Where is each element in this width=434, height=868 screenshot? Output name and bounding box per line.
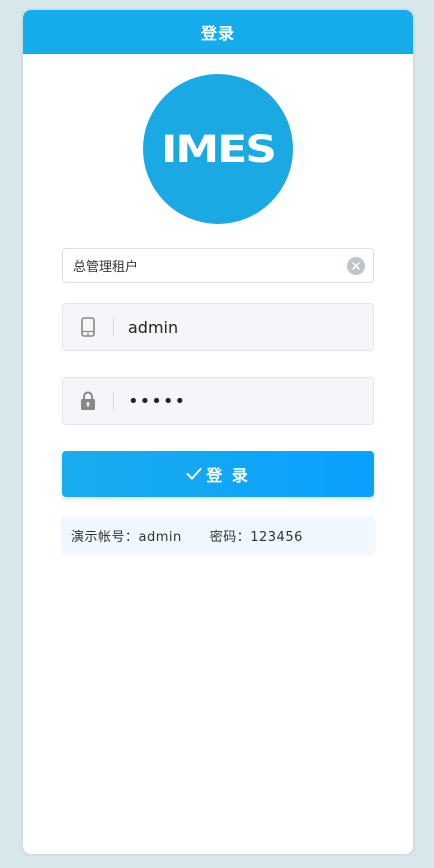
demo-hint: 演示帐号：admin 密码：123456 <box>62 517 374 553</box>
field-separator <box>113 318 114 336</box>
header: 登录 <box>23 10 413 54</box>
password-input[interactable] <box>126 389 373 413</box>
field-separator <box>113 392 114 410</box>
clear-icon[interactable] <box>347 256 365 275</box>
page-title: 登录 <box>200 24 235 43</box>
phone-icon <box>63 317 113 337</box>
lock-icon <box>63 391 113 411</box>
check-icon <box>186 468 202 480</box>
login-card: 登录 IMES 总管理租户 admin ••••• 登 录 演示帐号：admin… <box>23 10 413 854</box>
password-field[interactable] <box>62 377 374 425</box>
tenant-value: 总管理租户 <box>73 260 139 275</box>
logo-text: IMES <box>161 127 277 171</box>
demo-password: 密码：123456 <box>209 529 303 545</box>
tenant-select[interactable]: 总管理租户 <box>62 248 374 283</box>
logo: IMES <box>143 74 293 224</box>
username-input[interactable] <box>126 316 373 338</box>
login-button-label: 登 录 <box>206 466 250 485</box>
demo-account: 演示帐号：admin <box>71 529 182 545</box>
login-button[interactable]: 登 录 <box>62 451 374 497</box>
username-field[interactable] <box>62 303 374 351</box>
